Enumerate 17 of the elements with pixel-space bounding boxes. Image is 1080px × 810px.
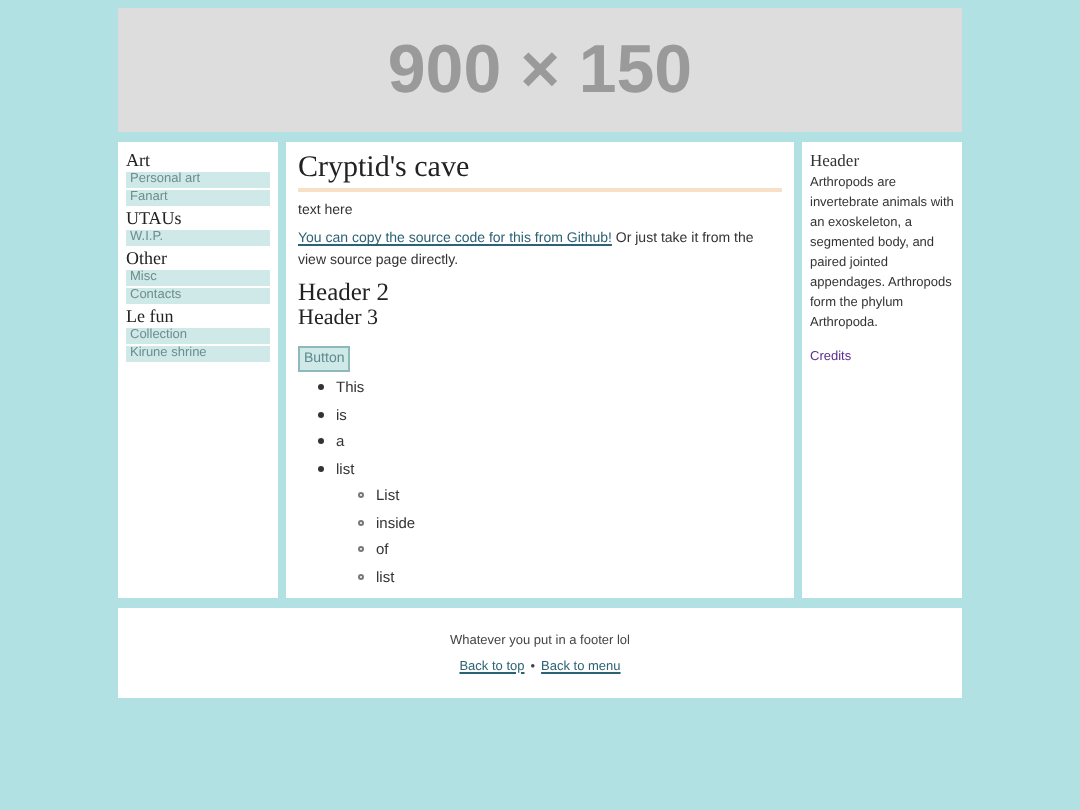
banner-text: 900 × 150 <box>387 31 693 109</box>
bullet-icon <box>318 411 324 418</box>
sidebar-heading: Le fun <box>126 306 176 328</box>
bullet-icon <box>318 465 324 472</box>
header-2: Header 2 <box>298 278 391 306</box>
bullet-icon <box>358 573 364 580</box>
header-3: Header 3 <box>298 306 381 332</box>
sidebar-heading: Other <box>126 248 169 270</box>
bullet-icon <box>358 519 364 526</box>
sidebar-heading: UTAUs <box>126 208 184 230</box>
bullet-icon <box>358 492 364 499</box>
aside-heading: Header <box>810 150 862 170</box>
sidebar-heading: Art <box>126 150 152 172</box>
bullet-icon <box>318 438 324 445</box>
bullet-icon <box>318 384 324 391</box>
bullet-icon <box>358 546 364 553</box>
page-title: Cryptid's cave <box>298 150 782 192</box>
